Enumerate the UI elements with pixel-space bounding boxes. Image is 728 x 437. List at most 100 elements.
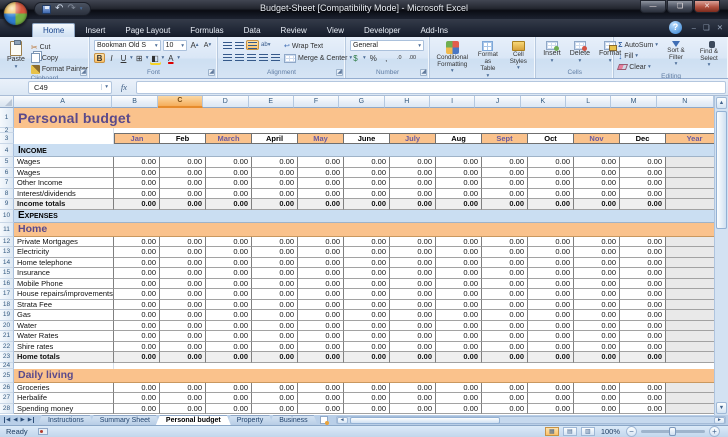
cell-G15[interactable]: 0.00 <box>344 268 390 279</box>
cell-D8[interactable]: 0.00 <box>206 188 252 199</box>
cell-A22[interactable]: Shire rates <box>14 341 114 352</box>
cell-C15[interactable]: 0.00 <box>160 268 206 279</box>
fill-color-button[interactable]: ◧ <box>150 53 161 63</box>
formula-input[interactable] <box>136 80 726 94</box>
cell-A26[interactable]: Groceries <box>14 382 114 393</box>
cell-E8[interactable]: 0.00 <box>252 188 298 199</box>
align-middle-button[interactable] <box>234 40 245 50</box>
row-header-21[interactable]: 21 <box>0 331 14 342</box>
cell-E27[interactable]: 0.00 <box>252 393 298 404</box>
cell-J8[interactable]: 0.00 <box>482 188 528 199</box>
cell-A14[interactable]: Home telephone <box>14 257 114 268</box>
cell-I5[interactable]: 0.00 <box>436 157 482 168</box>
cell-I19[interactable]: 0.00 <box>436 310 482 321</box>
cell-D13[interactable]: 0.00 <box>206 247 252 258</box>
cell-K26[interactable]: 0.00 <box>528 382 574 393</box>
cell-I21[interactable]: 0.00 <box>436 331 482 342</box>
cell-E6[interactable]: 0.00 <box>252 167 298 178</box>
month-header-aug[interactable]: Aug <box>436 133 482 144</box>
cell-D28[interactable]: 0.00 <box>206 403 252 414</box>
month-header-year[interactable]: Year <box>666 133 714 144</box>
cell-H17[interactable]: 0.00 <box>390 289 436 300</box>
cell-title[interactable]: Personal budget <box>14 108 714 128</box>
cell-D12[interactable]: 0.00 <box>206 236 252 247</box>
cell-C27[interactable]: 0.00 <box>160 393 206 404</box>
cell-F7[interactable]: 0.00 <box>298 178 344 189</box>
column-header-L[interactable]: L <box>566 96 612 108</box>
cell-E18[interactable]: 0.00 <box>252 299 298 310</box>
cell-D17[interactable]: 0.00 <box>206 289 252 300</box>
cell-N6[interactable] <box>666 167 714 178</box>
scroll-down-icon[interactable]: ▼ <box>716 402 727 414</box>
page-layout-view-button[interactable]: ▤ <box>562 427 577 436</box>
cell-C22[interactable]: 0.00 <box>160 341 206 352</box>
cell-B18[interactable]: 0.00 <box>114 299 160 310</box>
cell-E21[interactable]: 0.00 <box>252 331 298 342</box>
cell-M6[interactable]: 0.00 <box>620 167 666 178</box>
cell-D26[interactable]: 0.00 <box>206 382 252 393</box>
cell-D16[interactable]: 0.00 <box>206 278 252 289</box>
workbook-close-button[interactable]: ✕ <box>717 23 723 32</box>
month-header-jan[interactable]: Jan <box>114 133 160 144</box>
cell-J16[interactable]: 0.00 <box>482 278 528 289</box>
cell-G6[interactable]: 0.00 <box>344 167 390 178</box>
cell-N14[interactable] <box>666 257 714 268</box>
column-header-N[interactable]: N <box>656 96 714 108</box>
cell-E14[interactable]: 0.00 <box>252 257 298 268</box>
row-header-7[interactable]: 7 <box>0 178 14 189</box>
cell-N13[interactable] <box>666 247 714 258</box>
first-sheet-icon[interactable]: ◀ <box>4 417 10 423</box>
number-format-combo[interactable]: General ▾ <box>350 40 424 51</box>
column-header-D[interactable]: D <box>203 96 249 108</box>
cell-A18[interactable]: Strata Fee <box>14 299 114 310</box>
align-left-button[interactable] <box>222 52 233 62</box>
cell-B20[interactable]: 0.00 <box>114 320 160 331</box>
cell-E16[interactable]: 0.00 <box>252 278 298 289</box>
ribbon-tab-page-layout[interactable]: Page Layout <box>115 24 180 37</box>
row-header-11[interactable]: 11 <box>0 222 14 237</box>
workbook-restore-button[interactable]: ❏ <box>703 23 710 32</box>
alignment-dialog-launcher[interactable]: ◢ <box>336 69 343 76</box>
decrease-decimal-button[interactable]: .00 <box>407 53 418 63</box>
cell-A19[interactable]: Gas <box>14 310 114 321</box>
row-header-16[interactable]: 16 <box>0 278 14 289</box>
column-header-E[interactable]: E <box>248 96 294 108</box>
normal-view-button[interactable]: ▦ <box>544 427 559 436</box>
clear-button[interactable]: Clear ▾ <box>617 62 658 72</box>
cell-K14[interactable]: 0.00 <box>528 257 574 268</box>
cell-I27[interactable]: 0.00 <box>436 393 482 404</box>
cell-I18[interactable]: 0.00 <box>436 299 482 310</box>
number-dialog-launcher[interactable]: ◢ <box>420 69 428 76</box>
horizontal-scrollbar-thumb[interactable] <box>349 416 500 424</box>
ribbon-tab-add-ins[interactable]: Add-Ins <box>410 24 458 37</box>
zoom-slider-thumb[interactable] <box>669 427 676 436</box>
row-header-3[interactable]: 3 <box>0 133 14 144</box>
cell-C20[interactable]: 0.00 <box>160 320 206 331</box>
cell-A6[interactable]: Wages <box>14 167 114 178</box>
qat-customize-icon[interactable]: ▾ <box>80 6 83 12</box>
zoom-in-button[interactable]: + <box>709 426 720 437</box>
scroll-left-icon[interactable]: ◄ <box>336 416 348 424</box>
cell-K7[interactable]: 0.00 <box>528 178 574 189</box>
cell-F21[interactable]: 0.00 <box>298 331 344 342</box>
cell-D19[interactable]: 0.00 <box>206 310 252 321</box>
cell-N19[interactable] <box>666 310 714 321</box>
row-header-8[interactable]: 8 <box>0 188 14 199</box>
cell-M7[interactable]: 0.00 <box>620 178 666 189</box>
cell-J21[interactable]: 0.00 <box>482 331 528 342</box>
cell-K19[interactable]: 0.00 <box>528 310 574 321</box>
cell-F13[interactable]: 0.00 <box>298 247 344 258</box>
cell-styles-button[interactable]: Cell Styles ▾ <box>506 40 532 80</box>
month-header-sept[interactable]: Sept <box>482 133 528 144</box>
cell-M28[interactable]: 0.00 <box>620 403 666 414</box>
cell-G28[interactable]: 0.00 <box>344 403 390 414</box>
cell-L15[interactable]: 0.00 <box>574 268 620 279</box>
cell-C7[interactable]: 0.00 <box>160 178 206 189</box>
cell-J22[interactable]: 0.00 <box>482 341 528 352</box>
cell-D6[interactable]: 0.00 <box>206 167 252 178</box>
cell-B5[interactable]: 0.00 <box>114 157 160 168</box>
help-button[interactable]: ? <box>669 21 682 34</box>
ribbon-tab-view[interactable]: View <box>317 24 354 37</box>
cell-D27[interactable]: 0.00 <box>206 393 252 404</box>
cell-H18[interactable]: 0.00 <box>390 299 436 310</box>
